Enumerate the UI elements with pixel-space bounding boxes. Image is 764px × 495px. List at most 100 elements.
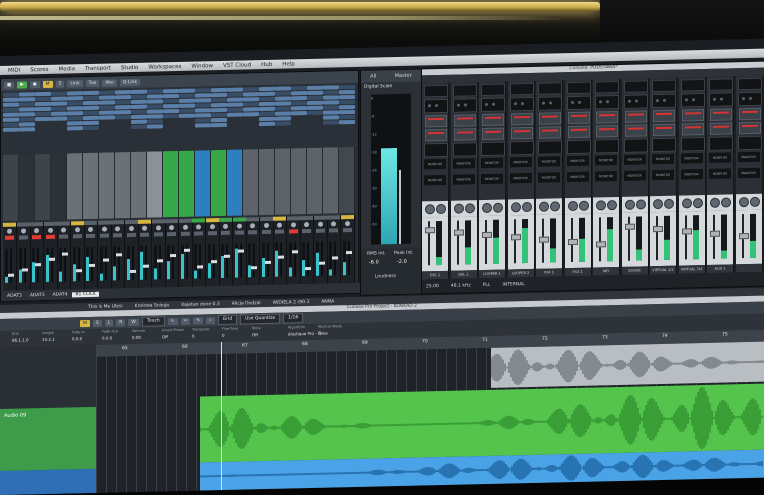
record-enable-button[interactable]: [288, 229, 298, 234]
routing-slot[interactable]: [243, 112, 259, 117]
console-switch[interactable]: [453, 114, 476, 127]
routing-slot[interactable]: [99, 95, 115, 100]
routing-slot[interactable]: [147, 119, 163, 124]
routing-slot[interactable]: [99, 90, 115, 95]
routing-slot[interactable]: [51, 101, 67, 106]
routing-slot[interactable]: [179, 113, 195, 118]
routing-slot[interactable]: [19, 102, 35, 107]
record-enable-button[interactable]: [59, 234, 68, 239]
quantize-value-select[interactable]: 1/16: [283, 313, 304, 324]
routing-slot[interactable]: [243, 107, 259, 112]
menu-media[interactable]: Media: [59, 66, 76, 72]
routing-slot[interactable]: [163, 98, 179, 104]
console-slot[interactable]: [737, 77, 762, 91]
routing-slot[interactable]: [227, 107, 243, 112]
console-knob[interactable]: [453, 203, 464, 214]
routing-slot[interactable]: [99, 115, 115, 120]
routing-slot[interactable]: [115, 125, 131, 129]
routing-slot[interactable]: [131, 89, 147, 95]
console-knob[interactable]: [635, 199, 646, 210]
channel-fader[interactable]: [305, 266, 311, 271]
routing-slot[interactable]: [259, 111, 275, 117]
routing-slot[interactable]: [275, 121, 291, 126]
record-enable-button[interactable]: [275, 229, 284, 234]
routing-slot[interactable]: [259, 116, 275, 122]
routing-slot[interactable]: [115, 120, 131, 124]
routing-slot[interactable]: [3, 102, 19, 107]
console-knob[interactable]: [510, 202, 521, 213]
routing-slot[interactable]: [195, 123, 211, 128]
pan-knob[interactable]: [331, 221, 336, 227]
channel-fader[interactable]: [8, 273, 14, 277]
routing-slot[interactable]: [67, 116, 83, 121]
routing-slot[interactable]: [307, 105, 323, 111]
routing-slot[interactable]: [307, 116, 323, 120]
routing-slot[interactable]: [243, 122, 259, 126]
channel-fader[interactable]: [116, 253, 122, 257]
play-button[interactable]: ▶: [17, 80, 27, 89]
console-knob[interactable]: [596, 200, 606, 211]
quantize-mode-select[interactable]: Use Quantize: [240, 313, 281, 325]
routing-slot[interactable]: [83, 110, 99, 116]
routing-slot[interactable]: [307, 95, 323, 101]
project-tab[interactable]: Alicja Dodzal: [232, 301, 261, 307]
record-enable-button[interactable]: [194, 231, 203, 236]
channel-fader[interactable]: [332, 256, 338, 260]
routing-slot[interactable]: [179, 98, 195, 103]
project-tab[interactable]: IWDIELA 2 r90.3: [273, 299, 310, 305]
routing-slot[interactable]: [83, 105, 99, 111]
routing-slot[interactable]: [83, 90, 99, 96]
console-knob[interactable]: [681, 198, 692, 209]
console-switch[interactable]: [539, 112, 561, 125]
inspector-track-section-2[interactable]: [0, 468, 96, 495]
console-knob[interactable]: [550, 201, 560, 212]
info-field[interactable]: End 66.1.1.0: [12, 331, 29, 343]
channel-fader[interactable]: [21, 268, 28, 272]
solo-button[interactable]: S: [92, 319, 102, 327]
routing-slot[interactable]: [259, 91, 275, 97]
mute-all-button[interactable]: M: [42, 80, 53, 88]
routing-slot[interactable]: [3, 122, 19, 127]
console-knob[interactable]: [664, 198, 674, 209]
console-switch[interactable]: [539, 126, 561, 139]
pan-knob[interactable]: [290, 222, 296, 228]
record-enable-button[interactable]: [5, 235, 14, 240]
info-field[interactable]: Volume 0.00: [132, 329, 145, 340]
routing-slot[interactable]: [99, 110, 115, 115]
project-tab[interactable]: Kajetan done 0.3: [181, 302, 219, 308]
pan-knob[interactable]: [7, 228, 12, 234]
routing-slot[interactable]: [195, 88, 211, 93]
routing-slot[interactable]: [307, 121, 323, 125]
routing-slot[interactable]: [99, 100, 115, 105]
routing-slot[interactable]: [131, 114, 147, 120]
console-slot[interactable]: [566, 81, 591, 95]
console-fader[interactable]: [453, 229, 464, 236]
routing-slot[interactable]: [19, 127, 35, 132]
info-field[interactable]: Fine-Tune 0: [222, 327, 238, 338]
routing-slot[interactable]: [19, 117, 35, 122]
pan-knob[interactable]: [196, 224, 201, 230]
routing-slot[interactable]: [259, 121, 275, 127]
routing-slot[interactable]: [67, 106, 83, 111]
pan-knob[interactable]: [344, 221, 350, 227]
routing-slot[interactable]: [259, 96, 275, 102]
routing-slot[interactable]: [275, 86, 291, 91]
loudness-label[interactable]: Loudness: [375, 274, 396, 279]
menu-vst-cloud[interactable]: VST Cloud: [223, 62, 251, 69]
routing-slot[interactable]: [211, 107, 227, 113]
routing-slot[interactable]: [179, 93, 195, 98]
channel-fader[interactable]: [264, 260, 271, 264]
pan-knob[interactable]: [277, 222, 282, 228]
channel-fader[interactable]: [75, 269, 82, 273]
console-fader[interactable]: [681, 228, 692, 235]
routing-slot[interactable]: [211, 122, 227, 128]
routing-slot[interactable]: [163, 119, 179, 123]
tool-button[interactable]: ⌕: [206, 316, 215, 324]
project-tab[interactable]: ANNA: [321, 299, 334, 304]
routing-slot[interactable]: [323, 110, 339, 115]
console-fader[interactable]: [482, 231, 492, 239]
routing-slot[interactable]: [147, 94, 163, 99]
routing-slot[interactable]: [115, 100, 131, 105]
channel-fader[interactable]: [48, 257, 55, 261]
console-fader[interactable]: [653, 225, 663, 233]
